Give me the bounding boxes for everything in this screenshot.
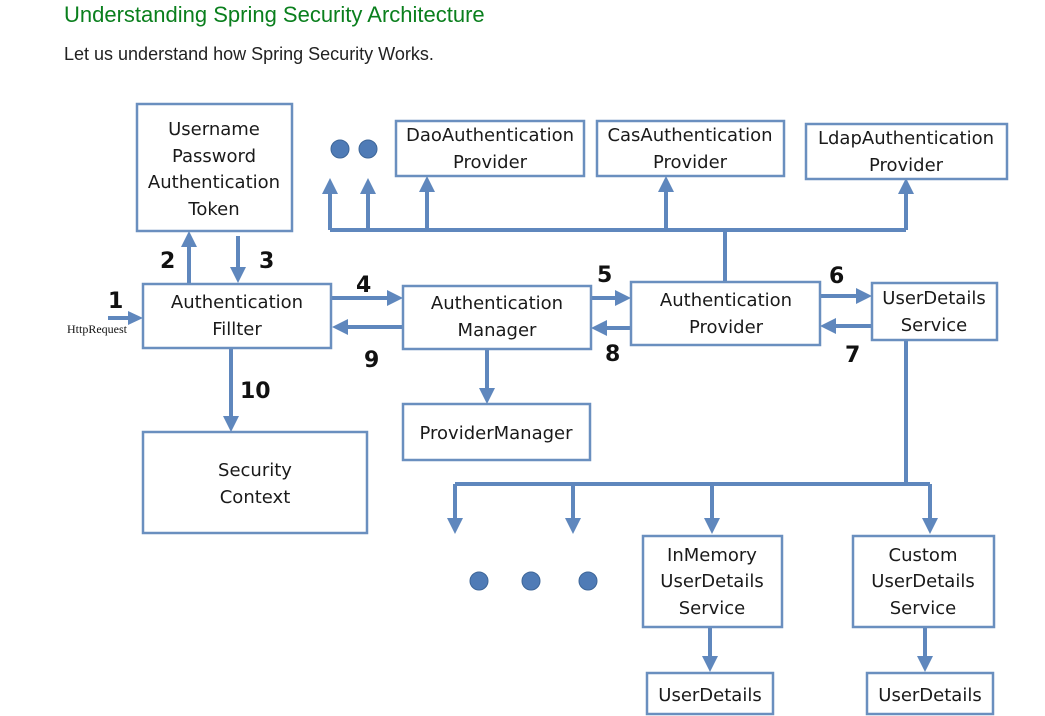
userdetails-2-label: UserDetails [878, 685, 981, 706]
upat-line-1: Username [168, 119, 260, 140]
arrow-9-head [332, 319, 348, 335]
security-context-line-2: Context [220, 487, 291, 508]
uds-down-1-head [447, 518, 463, 534]
auth-filter-line-2: Fillter [212, 319, 262, 340]
auth-manager-line-2: Manager [458, 320, 537, 341]
arrow-3-head [230, 267, 246, 283]
http-request-label: HttpRequest [67, 322, 128, 336]
cas-provider-box: CasAuthentication Provider [595, 119, 786, 178]
step-10-label: 10 [240, 379, 271, 404]
arrow-10-head [223, 416, 239, 432]
step-4-label: 4 [356, 273, 371, 298]
bus-up-cas-head [658, 176, 674, 192]
uds-down-2-head [565, 518, 581, 534]
provider-ellipsis-dot-2 [358, 139, 378, 159]
custom-uds-line-1: Custom [889, 545, 958, 566]
auth-filter-box: Authentication Fillter [141, 282, 333, 350]
step-3-label: 3 [259, 249, 274, 274]
arrow-5-head [615, 290, 631, 306]
step-8-label: 8 [605, 342, 620, 367]
custom-uds-line-2: UserDetails [871, 571, 974, 592]
uds-line-1: UserDetails [882, 288, 985, 309]
uds-down-inmemory-head [704, 518, 720, 534]
step-6-label: 6 [829, 264, 844, 289]
custom-uds-line-3: Service [890, 598, 957, 619]
cas-provider-line-2: Provider [653, 152, 728, 173]
uds-line-2: Service [901, 315, 968, 336]
bus-up-1-head [322, 178, 338, 194]
step-2-label: 2 [160, 249, 175, 274]
provider-manager-label: ProviderManager [419, 423, 573, 444]
upat-line-2: Password [172, 146, 256, 167]
upat-line-3: Authentication [148, 172, 280, 193]
custom-to-userdetails-head [917, 656, 933, 672]
provider-ellipsis-dot-1 [330, 139, 350, 159]
dao-provider-line-2: Provider [453, 152, 528, 173]
uds-ellipsis-dot-3 [578, 571, 598, 591]
inmemory-uds-line-1: InMemory [667, 545, 757, 566]
arrow-6-head [856, 288, 872, 304]
ldap-provider-box: LdapAuthentication Provider [804, 122, 1009, 181]
ldap-provider-line-1: LdapAuthentication [818, 128, 994, 149]
bus-up-dao-head [419, 176, 435, 192]
uds-box: UserDetails Service [870, 281, 999, 342]
inmemory-uds-line-2: UserDetails [660, 571, 763, 592]
bus-up-ldap-head [898, 178, 914, 194]
step-1-label: 1 [108, 289, 123, 314]
provider-manager-box: ProviderManager [401, 402, 592, 462]
auth-provider-line-2: Provider [689, 317, 764, 338]
userdetails-box-2: UserDetails [865, 671, 995, 716]
inmemory-uds-line-3: Service [679, 598, 746, 619]
arrow-4-head [387, 290, 403, 306]
auth-provider-box: Authentication Provider [629, 280, 822, 347]
inmemory-to-userdetails-head [702, 656, 718, 672]
security-context-line-1: Security [218, 460, 292, 481]
dao-provider-box: DaoAuthentication Provider [394, 119, 586, 178]
arrow-2-head [181, 231, 197, 247]
auth-provider-line-1: Authentication [660, 290, 792, 311]
dao-provider-line-1: DaoAuthentication [406, 125, 574, 146]
architecture-diagram: Username Password Authentication Token D… [67, 102, 1009, 716]
userdetails-box-1: UserDetails [645, 671, 775, 716]
ldap-provider-line-2: Provider [869, 155, 944, 176]
upat-line-4: Token [187, 199, 239, 220]
uds-down-custom-head [922, 518, 938, 534]
step-7-label: 7 [845, 343, 860, 368]
bus-up-2-head [360, 178, 376, 194]
arrow-7-head [820, 318, 836, 334]
step-9-label: 9 [364, 348, 379, 373]
userdetails-1-label: UserDetails [658, 685, 761, 706]
arrow-1-head [128, 311, 143, 325]
cas-provider-line-1: CasAuthentication [607, 125, 772, 146]
manager-to-providermanager-head [479, 388, 495, 404]
uds-ellipsis-dot-1 [469, 571, 489, 591]
security-context-box: Security Context [141, 430, 369, 535]
step-5-label: 5 [597, 263, 612, 288]
inmemory-uds-box: InMemory UserDetails Service [641, 534, 784, 629]
arrow-8-head [591, 320, 607, 336]
upat-box: Username Password Authentication Token [135, 102, 294, 233]
auth-manager-box: Authentication Manager [401, 284, 593, 351]
custom-uds-box: Custom UserDetails Service [851, 534, 996, 629]
uds-ellipsis-dot-2 [521, 571, 541, 591]
auth-filter-line-1: Authentication [171, 292, 303, 313]
auth-manager-line-1: Authentication [431, 293, 563, 314]
